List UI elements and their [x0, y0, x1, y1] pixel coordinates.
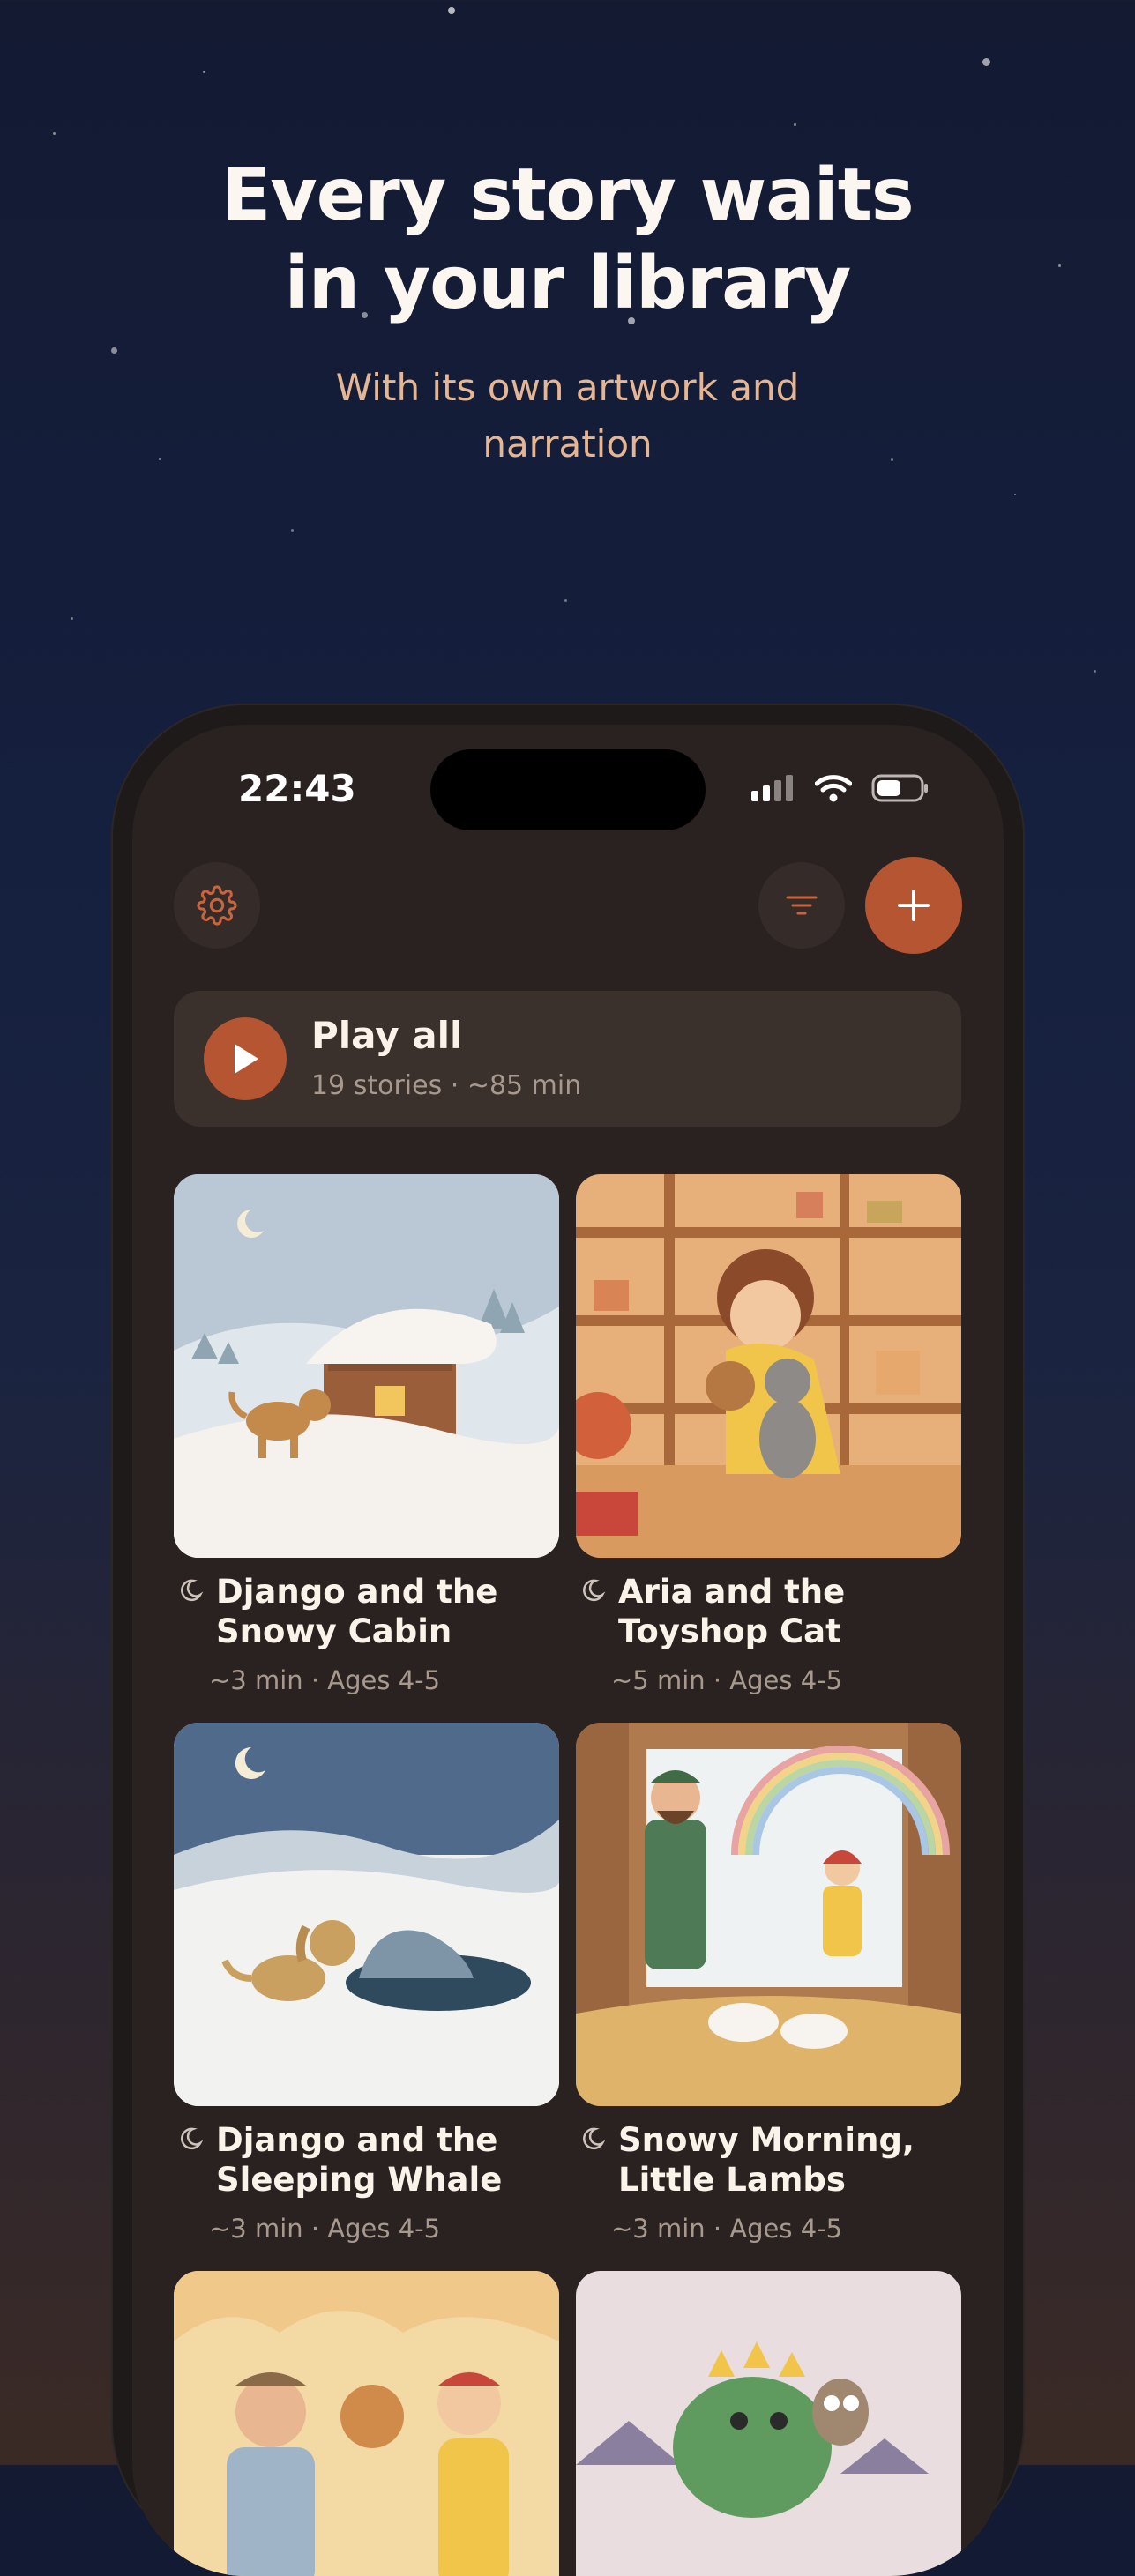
- story-title: Aria and the Toyshop Cat: [618, 1572, 961, 1651]
- story-title-row: Django and the Snowy Cabin: [174, 1572, 559, 1651]
- story-artwork: [576, 2271, 961, 2576]
- story-meta: ~3 min · Ages 4-5: [611, 2214, 843, 2244]
- story-card-django-sleeping-whale[interactable]: Django and the Sleeping Whale ~3 min · A…: [174, 1723, 559, 2244]
- story-card-partial-1[interactable]: [174, 2271, 559, 2576]
- story-meta: ~3 min · Ages 4-5: [209, 1665, 441, 1695]
- wifi-icon: [815, 775, 852, 802]
- story-title-row: Snowy Morning, Little Lambs: [576, 2120, 961, 2200]
- story-artwork: [576, 1174, 961, 1558]
- moon-icon: [181, 1579, 204, 1602]
- story-title-line-2: Little Lambs: [618, 2161, 846, 2199]
- battery-icon: [871, 774, 928, 802]
- story-title-line-1: Django and the: [216, 1573, 498, 1611]
- hero-subtitle-line-2: narration: [482, 422, 653, 465]
- story-title-line-1: Snowy Morning,: [618, 2121, 915, 2159]
- story-title-row: Aria and the Toyshop Cat: [576, 1572, 961, 1651]
- story-title: Django and the Sleeping Whale: [216, 2120, 559, 2200]
- play-all-title: Play all: [311, 1014, 463, 1057]
- settings-button[interactable]: [174, 862, 260, 949]
- play-all-card[interactable]: Play all 19 stories · ~85 min: [174, 991, 961, 1127]
- story-title-line-1: Aria and the: [618, 1573, 846, 1611]
- story-title-line-2: Toyshop Cat: [618, 1612, 841, 1650]
- moon-icon: [181, 2127, 204, 2150]
- plus-icon: [898, 890, 930, 921]
- story-meta: ~5 min · Ages 4-5: [611, 1665, 843, 1695]
- story-title-line-2: Snowy Cabin: [216, 1612, 452, 1650]
- story-card-snowy-morning-little-lambs[interactable]: Snowy Morning, Little Lambs ~3 min · Age…: [576, 1723, 961, 2244]
- phone-screen: 22:43 Play all 19 stories · ~85 min Djan…: [132, 725, 1004, 2576]
- story-card-partial-2[interactable]: [576, 2271, 961, 2576]
- sort-button[interactable]: [758, 862, 845, 949]
- hero-subtitle: With its own artwork and narration: [0, 360, 1135, 473]
- story-title-row: Django and the Sleeping Whale: [174, 2120, 559, 2200]
- dynamic-island: [430, 749, 706, 830]
- status-time: 22:43: [238, 767, 356, 810]
- hero-title-line-1: Every story waits: [221, 153, 915, 237]
- play-all-subtitle: 19 stories · ~85 min: [311, 1070, 582, 1101]
- gear-icon: [197, 885, 237, 926]
- story-artwork: [174, 2271, 559, 2576]
- play-icon: [235, 1044, 258, 1074]
- story-meta: ~3 min · Ages 4-5: [209, 2214, 441, 2244]
- add-story-button[interactable]: [865, 857, 962, 954]
- story-title: Django and the Snowy Cabin: [216, 1572, 559, 1651]
- moon-icon: [583, 1579, 606, 1602]
- moon-icon: [583, 2127, 606, 2150]
- story-artwork: [576, 1723, 961, 2106]
- story-card-django-snowy-cabin[interactable]: Django and the Snowy Cabin ~3 min · Ages…: [174, 1174, 559, 1695]
- hero-subtitle-line-1: With its own artwork and: [335, 366, 800, 409]
- story-artwork: [174, 1174, 559, 1558]
- hero-title: Every story waits in your library: [0, 152, 1135, 328]
- hero-title-line-2: in your library: [284, 242, 852, 325]
- story-title-line-1: Django and the: [216, 2121, 498, 2159]
- story-artwork: [174, 1723, 559, 2106]
- story-card-aria-toyshop-cat[interactable]: Aria and the Toyshop Cat ~5 min · Ages 4…: [576, 1174, 961, 1695]
- filter-lines-icon: [786, 896, 818, 915]
- story-title: Snowy Morning, Little Lambs: [618, 2120, 961, 2200]
- cellular-signal-icon: [751, 775, 793, 801]
- play-all-button[interactable]: [204, 1017, 287, 1100]
- status-icons: [751, 774, 930, 802]
- story-title-line-2: Sleeping Whale: [216, 2161, 503, 2199]
